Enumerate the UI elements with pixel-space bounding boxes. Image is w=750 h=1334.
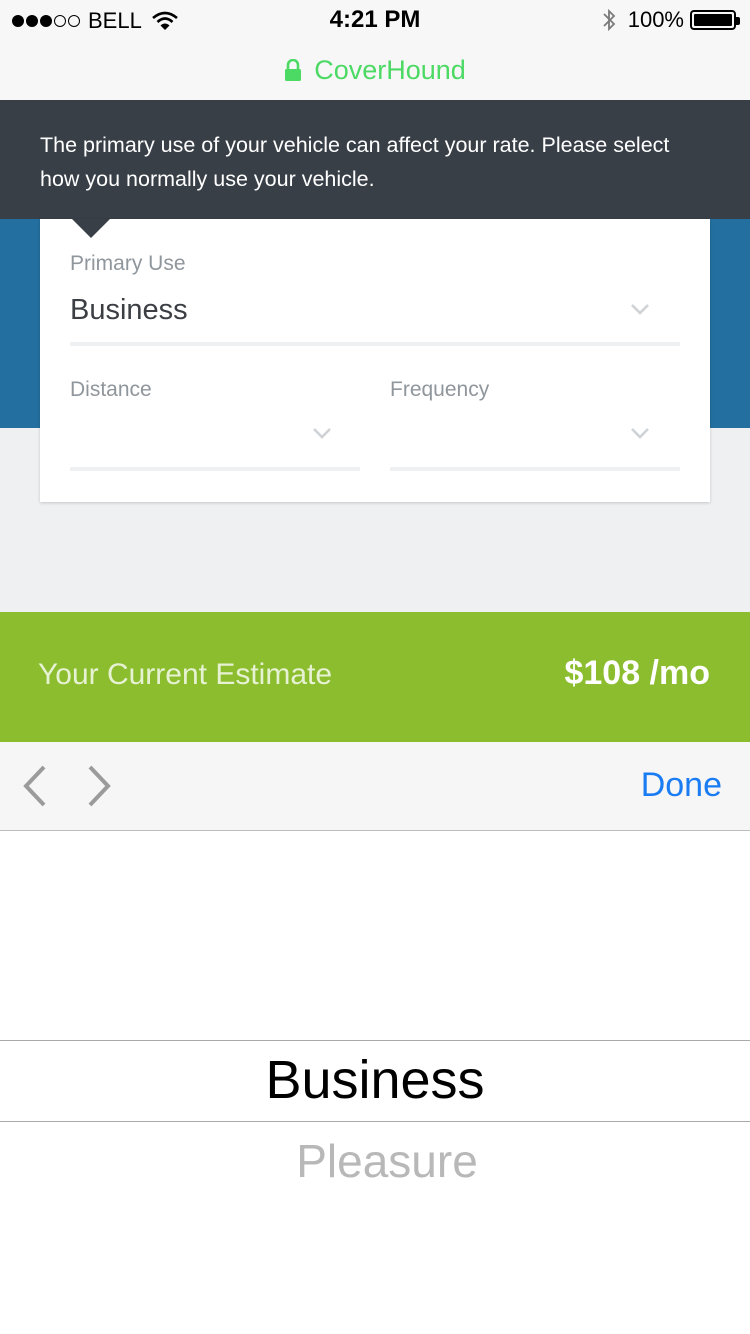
distance-select[interactable] bbox=[70, 409, 360, 475]
primary-use-label: Primary Use bbox=[70, 252, 186, 275]
frequency-label: Frequency bbox=[390, 378, 490, 401]
battery-icon bbox=[690, 10, 740, 30]
vehicle-use-card: Primary Use Business Distance Frequency bbox=[40, 219, 710, 502]
tooltip-text: The primary use of your vehicle can affe… bbox=[40, 133, 670, 191]
done-button[interactable]: Done bbox=[641, 766, 722, 805]
picker-option[interactable]: Pleasure bbox=[12, 1134, 750, 1188]
picker-selection-bottom-line bbox=[0, 1121, 750, 1122]
battery-percent: 100% bbox=[627, 7, 684, 32]
next-field-button[interactable] bbox=[84, 764, 114, 808]
primary-use-select[interactable]: Business bbox=[70, 279, 680, 349]
distance-underline bbox=[70, 467, 360, 471]
help-tooltip: The primary use of your vehicle can affe… bbox=[0, 100, 750, 219]
bluetooth-icon bbox=[603, 8, 615, 32]
frequency-underline bbox=[390, 467, 680, 471]
estimate-value: $108 /mo bbox=[564, 654, 710, 692]
picker-option-selected[interactable]: Business bbox=[0, 1049, 750, 1111]
previous-field-button[interactable] bbox=[20, 764, 50, 808]
tooltip-pointer bbox=[72, 219, 110, 238]
status-right: 100% bbox=[602, 7, 740, 33]
picker-selection-top-line bbox=[0, 1040, 750, 1041]
estimate-bar: Your Current Estimate $108 /mo bbox=[0, 612, 750, 742]
keyboard-accessory-bar: Done bbox=[0, 742, 750, 831]
chevron-down-icon bbox=[313, 428, 331, 439]
lock-icon bbox=[285, 59, 302, 81]
distance-label: Distance bbox=[70, 378, 152, 401]
frequency-select[interactable] bbox=[390, 409, 680, 475]
primary-use-value: Business bbox=[70, 294, 188, 326]
primary-use-underline bbox=[70, 342, 680, 346]
address-bar[interactable]: CoverHound bbox=[0, 40, 750, 100]
chevron-down-icon bbox=[631, 428, 649, 439]
status-bar: BELL 4:21 PM 100% bbox=[0, 0, 750, 40]
chevron-down-icon bbox=[631, 304, 649, 315]
site-name: CoverHound bbox=[314, 54, 466, 85]
estimate-label: Your Current Estimate bbox=[38, 658, 333, 691]
page-content: The primary use of your vehicle can affe… bbox=[0, 100, 750, 612]
picker-wheel[interactable]: Business Pleasure bbox=[0, 831, 750, 1334]
